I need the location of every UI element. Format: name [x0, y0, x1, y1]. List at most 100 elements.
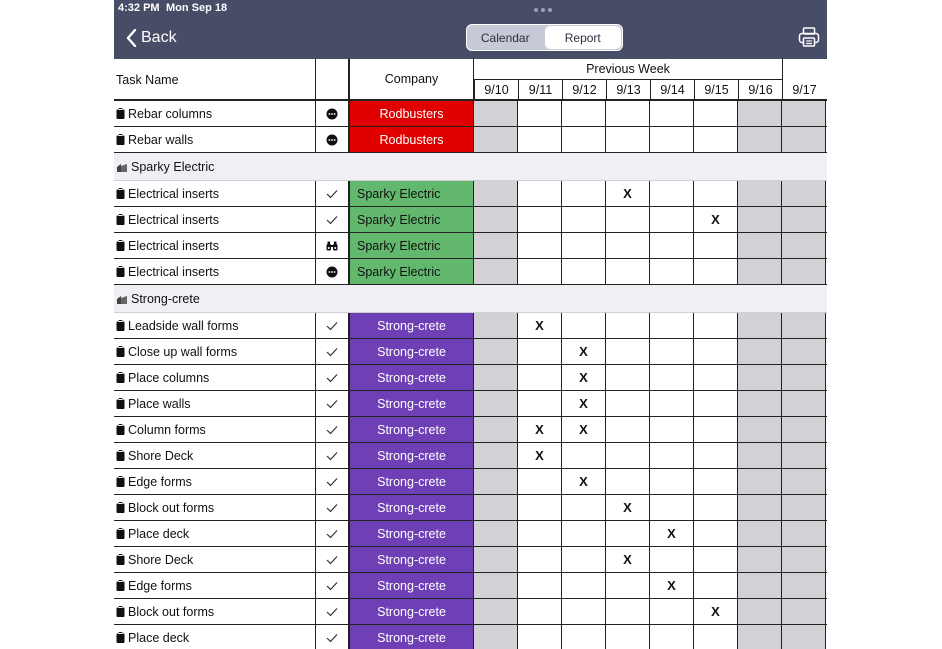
day-mark-cell[interactable]: X [606, 495, 650, 520]
day-cell[interactable] [650, 547, 694, 572]
status-cell[interactable] [315, 417, 348, 442]
day-cell[interactable] [782, 233, 826, 258]
day-cell[interactable] [518, 573, 562, 598]
day-mark-cell[interactable]: X [562, 365, 606, 390]
day-cell[interactable] [518, 391, 562, 416]
day-cell[interactable] [518, 339, 562, 364]
day-cell[interactable] [694, 365, 738, 390]
day-cell[interactable] [782, 365, 826, 390]
day-mark-cell[interactable]: X [562, 469, 606, 494]
day-cell[interactable] [738, 391, 782, 416]
day-cell[interactable] [694, 181, 738, 206]
day-cell[interactable] [738, 259, 782, 284]
day-cell[interactable] [474, 127, 518, 152]
day-cell[interactable] [738, 495, 782, 520]
table-row[interactable]: Place deck Strong-crete [114, 625, 827, 649]
day-cell[interactable] [650, 625, 694, 649]
status-cell[interactable] [315, 181, 348, 206]
day-cell[interactable] [606, 207, 650, 232]
day-mark-cell[interactable]: X [518, 443, 562, 468]
day-cell[interactable] [606, 625, 650, 649]
day-cell[interactable] [650, 417, 694, 442]
table-row[interactable]: Rebar walls Rodbusters [114, 127, 827, 153]
day-cell[interactable] [782, 259, 826, 284]
table-row[interactable]: Place columns Strong-crete X [114, 365, 827, 391]
day-cell[interactable] [606, 417, 650, 442]
day-cell[interactable] [782, 625, 826, 649]
day-cell[interactable] [474, 495, 518, 520]
day-cell[interactable] [562, 313, 606, 338]
status-cell[interactable] [315, 259, 348, 284]
day-cell[interactable] [518, 599, 562, 624]
day-cell[interactable] [650, 127, 694, 152]
day-cell[interactable] [650, 233, 694, 258]
day-mark-cell[interactable]: X [606, 547, 650, 572]
day-cell[interactable] [738, 547, 782, 572]
status-cell[interactable] [315, 625, 348, 649]
day-cell[interactable] [606, 443, 650, 468]
table-row[interactable]: Rebar columns Rodbusters [114, 101, 827, 127]
day-cell[interactable] [474, 181, 518, 206]
day-cell[interactable] [474, 599, 518, 624]
day-cell[interactable] [694, 233, 738, 258]
day-cell[interactable] [606, 521, 650, 546]
day-cell[interactable] [738, 443, 782, 468]
day-mark-cell[interactable]: X [650, 521, 694, 546]
day-cell[interactable] [782, 495, 826, 520]
day-cell[interactable] [650, 599, 694, 624]
status-cell[interactable] [315, 127, 348, 152]
day-cell[interactable] [694, 259, 738, 284]
table-row[interactable]: Leadside wall forms Strong-crete X [114, 313, 827, 339]
day-cell[interactable] [650, 443, 694, 468]
day-cell[interactable] [518, 233, 562, 258]
day-cell[interactable] [782, 599, 826, 624]
status-cell[interactable] [315, 443, 348, 468]
day-cell[interactable] [650, 313, 694, 338]
day-cell[interactable] [606, 233, 650, 258]
day-cell[interactable] [694, 391, 738, 416]
status-cell[interactable] [315, 233, 348, 258]
day-cell[interactable] [562, 573, 606, 598]
status-cell[interactable] [315, 573, 348, 598]
day-cell[interactable] [738, 573, 782, 598]
day-cell[interactable] [650, 101, 694, 126]
day-cell[interactable] [694, 625, 738, 649]
day-cell[interactable] [650, 259, 694, 284]
back-button[interactable]: Back [126, 27, 177, 49]
day-cell[interactable] [474, 443, 518, 468]
day-cell[interactable] [474, 625, 518, 649]
status-cell[interactable] [315, 521, 348, 546]
day-cell[interactable] [518, 101, 562, 126]
day-cell[interactable] [694, 101, 738, 126]
segment-calendar[interactable]: Calendar [467, 25, 544, 50]
printer-icon[interactable] [798, 26, 820, 53]
day-cell[interactable] [562, 181, 606, 206]
day-cell[interactable] [650, 495, 694, 520]
day-cell[interactable] [474, 469, 518, 494]
day-cell[interactable] [562, 495, 606, 520]
day-mark-cell[interactable]: X [562, 391, 606, 416]
day-cell[interactable] [694, 127, 738, 152]
day-cell[interactable] [606, 573, 650, 598]
table-row[interactable]: Block out forms Strong-crete X [114, 599, 827, 625]
day-cell[interactable] [518, 547, 562, 572]
status-cell[interactable] [315, 365, 348, 390]
day-cell[interactable] [606, 365, 650, 390]
day-cell[interactable] [562, 599, 606, 624]
status-cell[interactable] [315, 599, 348, 624]
day-cell[interactable] [474, 547, 518, 572]
table-row[interactable]: Edge forms Strong-crete X [114, 469, 827, 495]
day-cell[interactable] [562, 233, 606, 258]
day-cell[interactable] [694, 547, 738, 572]
day-cell[interactable] [738, 599, 782, 624]
day-cell[interactable] [518, 521, 562, 546]
status-cell[interactable] [315, 313, 348, 338]
day-cell[interactable] [694, 313, 738, 338]
table-row[interactable]: Electrical inserts Sparky Electric [114, 259, 827, 285]
status-cell[interactable] [315, 101, 348, 126]
table-row[interactable]: Column forms Strong-crete X X [114, 417, 827, 443]
segment-report[interactable]: Report [544, 26, 621, 49]
table-row[interactable]: Block out forms Strong-crete X [114, 495, 827, 521]
day-cell[interactable] [474, 417, 518, 442]
day-cell[interactable] [650, 339, 694, 364]
